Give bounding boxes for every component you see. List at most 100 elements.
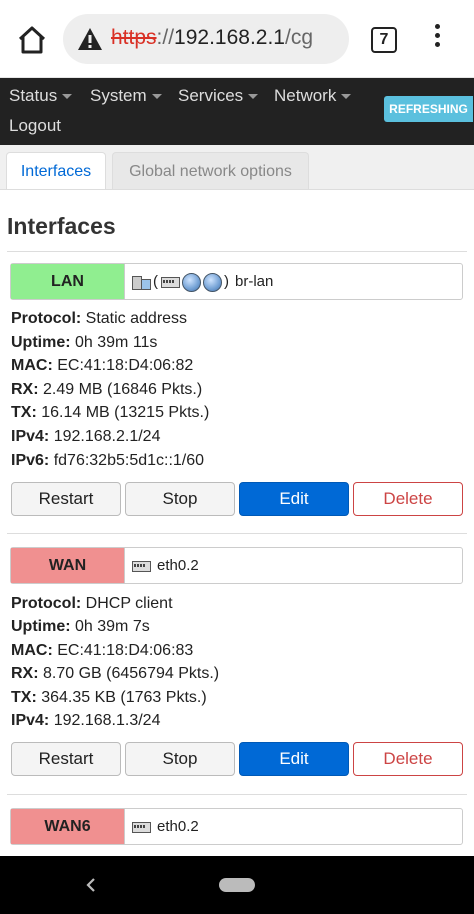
info-value: 192.168.2.1/24 (49, 428, 161, 445)
url-text: https://192.168.2.1/cg (111, 26, 313, 50)
interface-name: WAN6 (11, 809, 125, 844)
home-icon[interactable] (14, 22, 50, 58)
info-value: 2.49 MB (16846 Pkts.) (38, 381, 203, 398)
info-value: 0h 39m 7s (70, 618, 150, 635)
info-rx: RX: 8.70 GB (6456794 Pkts.) (11, 665, 219, 683)
nav-services[interactable]: Services (178, 86, 259, 106)
nav-network[interactable]: Network (274, 86, 352, 106)
info-label: IPv4: (11, 712, 50, 729)
info-mac: MAC: EC:41:18:D4:06:83 (11, 642, 193, 660)
bridge-icon (131, 273, 151, 291)
interface-badge: WAN6 eth0.2 (10, 808, 463, 845)
info-value: fd76:32b5:5d1c::1/60 (49, 452, 205, 469)
edit-button[interactable]: Edit (239, 482, 349, 516)
wireless-globe-icon (182, 272, 201, 292)
device-paren-close: ) (224, 273, 229, 290)
tab-interfaces[interactable]: Interfaces (6, 152, 106, 190)
chevron-down-icon (151, 94, 162, 100)
info-tx: TX: 16.14 MB (13215 Pkts.) (11, 404, 209, 422)
info-ipv4: IPv4: 192.168.2.1/24 (11, 428, 160, 446)
info-label: MAC: (11, 357, 53, 374)
more-vert-icon[interactable] (428, 24, 446, 54)
tab-divider (0, 189, 474, 190)
info-label: Uptime: (11, 618, 71, 635)
info-protocol: Protocol: DHCP client (11, 595, 173, 613)
interface-devices: eth0.2 (131, 555, 199, 577)
info-value: EC:41:18:D4:06:82 (52, 357, 194, 374)
info-label: Uptime: (11, 334, 71, 351)
tab-switcher-button[interactable]: 7 (371, 27, 397, 53)
info-label: RX: (11, 665, 39, 682)
info-ipv6: IPv6: fd76:32b5:5d1c::1/60 (11, 452, 204, 470)
chevron-down-icon (341, 94, 352, 100)
nav-services-label: Services (178, 86, 244, 105)
info-value: 0h 39m 11s (70, 334, 158, 351)
interface-devices: eth0.2 (131, 816, 199, 838)
device-name: eth0.2 (157, 818, 199, 835)
info-value: Static address (81, 310, 188, 327)
interface-name: LAN (11, 264, 125, 299)
url-host: 192.168.2.1 (174, 26, 285, 49)
info-value: 192.168.1.3/24 (49, 712, 161, 729)
info-tx: TX: 364.35 KB (1763 Pkts.) (11, 689, 207, 707)
wireless-globe-icon (203, 272, 222, 292)
info-uptime: Uptime: 0h 39m 7s (11, 618, 150, 636)
device-name: br-lan (235, 273, 274, 290)
device-name: eth0.2 (157, 557, 199, 574)
home-gesture-pill[interactable] (219, 878, 255, 892)
info-value: 16.14 MB (13215 Pkts.) (36, 404, 210, 421)
delete-button[interactable]: Delete (353, 742, 463, 776)
nav-system-label: System (90, 86, 147, 105)
info-label: IPv4: (11, 428, 50, 445)
info-label: MAC: (11, 642, 53, 659)
page-title: Interfaces (7, 213, 116, 239)
restart-button[interactable]: Restart (11, 742, 121, 776)
info-label: TX: (11, 404, 37, 421)
nav-logout[interactable]: Logout (9, 116, 61, 136)
interface-badge: LAN ( ) br-lan (10, 263, 463, 300)
system-navigation-bar (0, 856, 474, 914)
url-protocol: https (111, 26, 157, 49)
info-value: 364.35 KB (1763 Pkts.) (36, 689, 207, 706)
nav-network-label: Network (274, 86, 337, 105)
stop-button[interactable]: Stop (125, 482, 235, 516)
interface-name: WAN (11, 548, 125, 583)
nav-system[interactable]: System (90, 86, 162, 106)
browser-toolbar: https://192.168.2.1/cg 7 (0, 0, 474, 78)
interface-divider (7, 533, 467, 534)
warning-icon[interactable] (77, 27, 103, 51)
ethernet-port-icon (160, 273, 180, 291)
info-ipv4: IPv4: 192.168.1.3/24 (11, 712, 160, 730)
title-divider (7, 251, 467, 252)
delete-button[interactable]: Delete (353, 482, 463, 516)
tab-global-network-options[interactable]: Global network options (112, 152, 309, 190)
url-separator: :// (156, 26, 175, 49)
url-path: /cg (284, 26, 313, 49)
device-paren-open: ( (153, 273, 158, 290)
info-uptime: Uptime: 0h 39m 11s (11, 334, 157, 352)
interface-badge: WAN eth0.2 (10, 547, 463, 584)
chevron-down-icon (62, 94, 73, 100)
address-bar[interactable]: https://192.168.2.1/cg (63, 14, 349, 64)
ethernet-port-icon (131, 557, 151, 575)
interface-devices: ( ) br-lan (131, 271, 273, 293)
stop-button[interactable]: Stop (125, 742, 235, 776)
info-value: DHCP client (81, 595, 173, 612)
info-value: 8.70 GB (6456794 Pkts.) (38, 665, 220, 682)
info-rx: RX: 2.49 MB (16846 Pkts.) (11, 381, 202, 399)
nav-status[interactable]: Status (9, 86, 73, 106)
ethernet-port-icon (131, 818, 151, 836)
info-value: EC:41:18:D4:06:83 (52, 642, 194, 659)
edit-button[interactable]: Edit (239, 742, 349, 776)
info-mac: MAC: EC:41:18:D4:06:82 (11, 357, 193, 375)
info-protocol: Protocol: Static address (11, 310, 187, 328)
tab-bar: Interfaces Global network options (0, 145, 474, 190)
interface-divider (7, 794, 467, 795)
info-label: Protocol: (11, 310, 82, 327)
info-label: TX: (11, 689, 37, 706)
restart-button[interactable]: Restart (11, 482, 121, 516)
info-label: IPv6: (11, 452, 50, 469)
refreshing-indicator[interactable]: REFRESHING (384, 96, 473, 122)
back-icon[interactable] (84, 876, 98, 894)
nav-status-label: Status (9, 86, 58, 105)
